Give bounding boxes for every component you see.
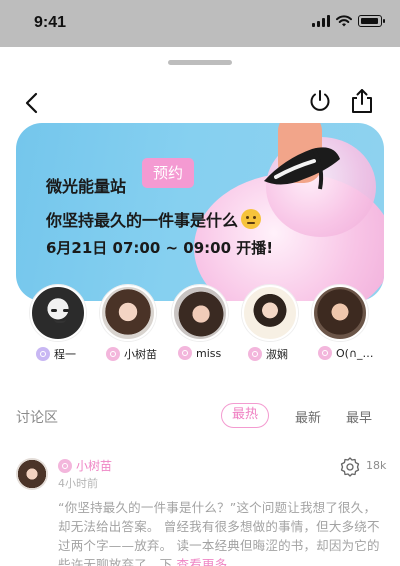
- user-badge-icon: [178, 346, 192, 360]
- host-name: 小树苗: [106, 346, 157, 362]
- discussion-title: 讨论区: [16, 410, 58, 426]
- user-badge-icon: [318, 346, 332, 360]
- like-count: 18k: [366, 459, 387, 472]
- banner-question-text: 你坚持最久的一件事是什么: [46, 211, 239, 230]
- host-item[interactable]: 小树苗: [100, 285, 164, 361]
- banner-decoration: [264, 147, 340, 190]
- comment-text: “你坚持最久的一件事是什么？”这个问题让我想了很久，却无法给出答案。 曾经我有很…: [58, 498, 388, 566]
- host-name: 程一: [36, 346, 76, 362]
- host-item[interactable]: O(∩_…: [312, 285, 376, 360]
- host-item[interactable]: miss: [172, 285, 236, 360]
- host-item[interactable]: 淑娴: [242, 285, 306, 361]
- sort-new-tab[interactable]: 最新: [295, 407, 321, 426]
- user-badge-icon: [106, 347, 120, 361]
- sort-hot-tab[interactable]: 最热: [221, 403, 269, 428]
- banner-schedule: 6月21日 07:00 ~ 09:00 开播!: [46, 239, 274, 257]
- thinking-emoji-icon: [241, 209, 262, 229]
- comment-time: 4小时前: [58, 477, 98, 490]
- comment-author[interactable]: 小树苗: [58, 457, 112, 474]
- reserve-button[interactable]: 预约: [142, 158, 194, 188]
- signal-icon: [312, 15, 330, 27]
- host-name: 淑娴: [248, 346, 288, 362]
- banner-label: 微光能量站: [46, 177, 127, 196]
- banner-question: 你坚持最久的一件事是什么: [46, 207, 262, 231]
- avatar: [312, 285, 368, 341]
- show-more-link[interactable]: 查看更多: [177, 557, 228, 566]
- battery-icon: [358, 15, 385, 27]
- room-sheet: 微光能量站 预约 你坚持最久的一件事是什么 6月21日 07:00 ~ 09:0…: [0, 47, 400, 566]
- user-badge-icon: [248, 347, 262, 361]
- sort-early-tab[interactable]: 最早: [346, 407, 372, 426]
- sheet-grab-handle[interactable]: [168, 60, 232, 65]
- user-badge-icon: [36, 347, 50, 361]
- status-bar: 9:41: [0, 0, 400, 47]
- host-list: 程一 小树苗 miss 淑娴 O(∩_…: [22, 285, 382, 365]
- power-icon[interactable]: [307, 88, 333, 114]
- status-icons: [312, 15, 385, 27]
- avatar: [172, 285, 228, 341]
- status-time: 9:41: [34, 14, 67, 31]
- host-name: O(∩_…: [318, 346, 374, 360]
- avatar: [242, 285, 298, 341]
- avatar[interactable]: [16, 458, 48, 490]
- user-badge-icon: [58, 458, 72, 473]
- avatar: [100, 285, 156, 341]
- share-icon[interactable]: [349, 87, 375, 115]
- back-icon[interactable]: [20, 91, 44, 115]
- host-name: miss: [178, 346, 221, 360]
- event-banner[interactable]: 微光能量站 预约 你坚持最久的一件事是什么 6月21日 07:00 ~ 09:0…: [16, 123, 384, 301]
- host-item[interactable]: 程一: [30, 285, 94, 361]
- avatar: [30, 285, 86, 341]
- like-icon[interactable]: [339, 456, 361, 478]
- wifi-icon: [336, 15, 352, 27]
